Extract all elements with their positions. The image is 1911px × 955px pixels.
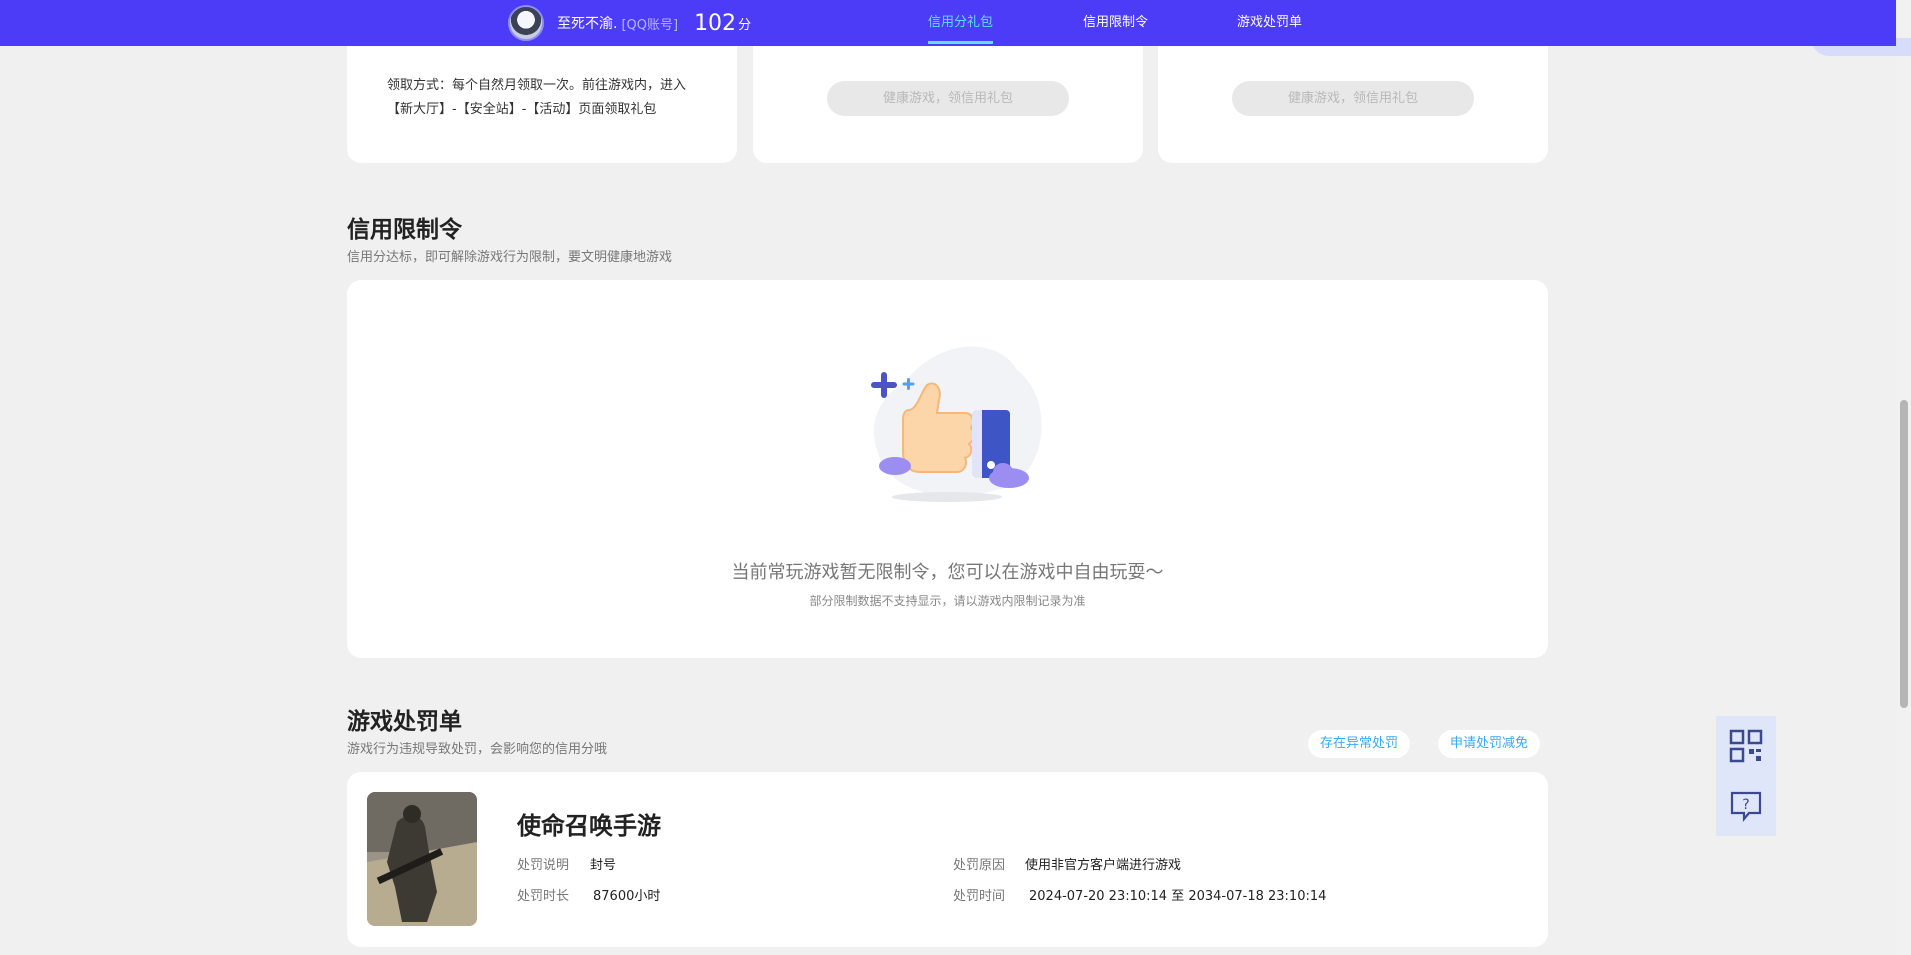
gift-claim-text: 领取方式：每个自然月领取一次。前往游戏内，进入【新大厅】-【安全站】-【活动】页… <box>387 78 687 117</box>
top-nav-bar: 至死不渝. [QQ账号] 102 分 信用分礼包 信用限制令 游戏处罚单 <box>0 0 1896 46</box>
credit-score-unit: 分 <box>738 17 752 33</box>
game-cover-image <box>367 792 477 926</box>
qr-code-button[interactable] <box>1716 716 1776 776</box>
help-chat-button[interactable]: ? <box>1716 776 1776 836</box>
penalty-section-title: 游戏处罚单 <box>347 709 462 735</box>
scrollbar-thumb[interactable] <box>1900 400 1908 708</box>
penalty-duration-label: 处罚时长 <box>517 889 570 904</box>
empty-state-message: 当前常玩游戏暂无限制令，您可以在游戏中自由玩耍～ <box>731 562 1164 583</box>
appeal-penalty-button[interactable]: 申请处罚减免 <box>1438 730 1541 758</box>
user-nickname: 至死不渝. <box>557 16 618 32</box>
penalty-reason-label: 处罚原因 <box>953 858 1006 873</box>
claim-gift-button[interactable]: 健康游戏，领信用礼包 <box>827 81 1069 116</box>
claim-gift-button[interactable]: 健康游戏，领信用礼包 <box>1232 81 1474 116</box>
svg-text:?: ? <box>1742 797 1749 813</box>
tab-credit-restriction[interactable]: 信用限制令 <box>1083 0 1148 46</box>
thumbs-up-illustration <box>871 346 1042 502</box>
penalty-desc-label: 处罚说明 <box>517 858 570 873</box>
tab-game-penalty[interactable]: 游戏处罚单 <box>1237 0 1302 46</box>
empty-state-note: 部分限制数据不支持显示，请以游戏内限制记录为准 <box>809 594 1086 608</box>
page-scrollbar[interactable] <box>1897 0 1911 955</box>
penalty-card: 使命召唤手游 处罚说明 封号 处罚时长 87600小时 处罚原因 使用非官方客户… <box>347 772 1548 947</box>
account-type: [QQ账号] <box>621 17 679 33</box>
restriction-section-subtitle: 信用分达标，即可解除游戏行为限制，要文明健康地游戏 <box>347 250 673 265</box>
user-summary: 至死不渝. [QQ账号] 102 分 <box>508 0 751 46</box>
penalty-time-value: 2024-07-20 23:10:14 至 2034-07-18 23:10:1… <box>1029 889 1327 904</box>
abnormal-penalty-button[interactable]: 存在异常处罚 <box>1308 730 1411 758</box>
penalty-reason-value: 使用非官方客户端进行游戏 <box>1025 858 1182 873</box>
help-chat-icon: ? <box>1730 791 1762 823</box>
penalty-section-subtitle: 游戏行为违规导致处罚，会影响您的信用分哦 <box>347 742 608 757</box>
avatar[interactable] <box>508 5 544 41</box>
credit-score: 102 <box>694 10 737 36</box>
penalty-time-label: 处罚时间 <box>953 889 1006 904</box>
qr-code-icon <box>1729 729 1763 763</box>
penalty-duration-value: 87600小时 <box>593 889 661 904</box>
restriction-section-title: 信用限制令 <box>347 217 462 243</box>
tab-credit-gift[interactable]: 信用分礼包 <box>928 0 994 46</box>
game-name: 使命召唤手游 <box>517 812 661 840</box>
restriction-card: 当前常玩游戏暂无限制令，您可以在游戏中自由玩耍～ 部分限制数据不支持显示，请以游… <box>347 280 1548 658</box>
penalty-desc-value: 封号 <box>590 858 617 873</box>
